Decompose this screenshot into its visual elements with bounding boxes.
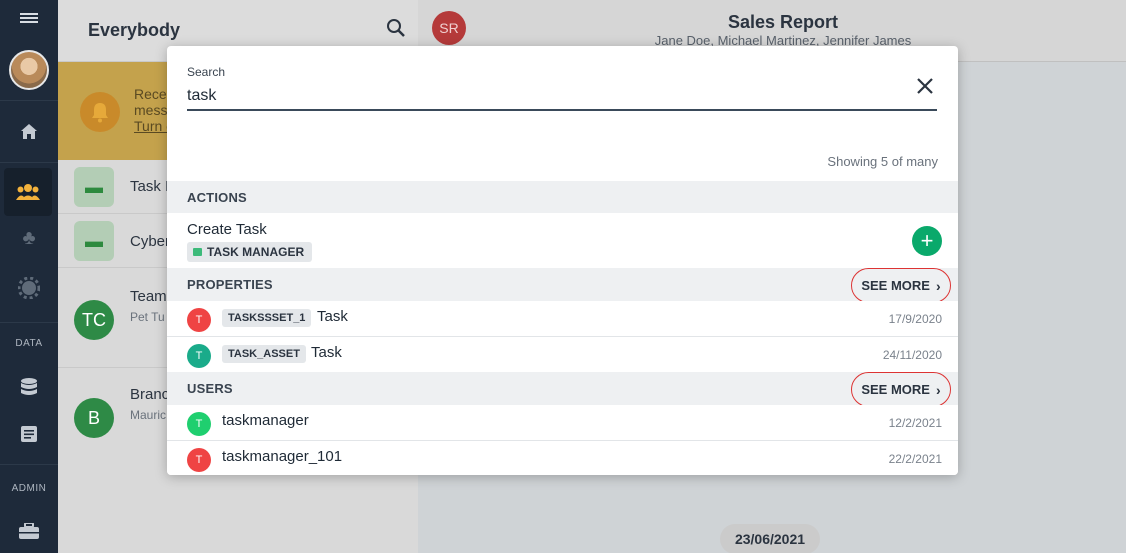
user-avatar: T bbox=[187, 448, 211, 472]
avatar: B bbox=[74, 398, 114, 438]
people-icon[interactable] bbox=[4, 168, 52, 216]
chevron-right-icon: › bbox=[935, 277, 941, 294]
left-rail: ♣ DATA ADMIN bbox=[0, 0, 58, 553]
rail-section-data: DATA bbox=[15, 338, 43, 349]
list-item-sub: Mauric bbox=[130, 408, 167, 422]
search-input[interactable] bbox=[187, 82, 937, 111]
avatar: TC bbox=[74, 300, 114, 340]
see-more-label: SEE MORE bbox=[861, 278, 930, 293]
section-title: USERS bbox=[187, 381, 233, 396]
chip-label: TASK MANAGER bbox=[207, 245, 305, 259]
list-item-label: Cyber bbox=[130, 233, 171, 250]
property-name: Task bbox=[317, 308, 348, 325]
search-modal: Search Showing 5 of many ACTIONS Create … bbox=[167, 46, 958, 475]
property-name: Task bbox=[311, 344, 342, 361]
property-tag: TASKSSSET_1 bbox=[222, 309, 312, 327]
property-date: 17/9/2020 bbox=[888, 312, 942, 326]
user-name: taskmanager bbox=[222, 412, 309, 429]
list-item-label: Branc bbox=[130, 386, 170, 403]
gear-icon[interactable] bbox=[0, 264, 58, 312]
section-properties: PROPERTIES SEE MORE › bbox=[167, 268, 958, 303]
user-date: 12/2/2021 bbox=[888, 416, 942, 430]
list-item-label: Task I bbox=[130, 178, 170, 195]
clubs-icon[interactable]: ♣ bbox=[0, 214, 58, 262]
list-title: Everybody bbox=[88, 20, 181, 40]
list-item-sub: Pet Tu bbox=[130, 310, 165, 324]
rail-divider bbox=[0, 322, 58, 323]
folder-icon: ▬ bbox=[74, 221, 114, 261]
section-title: ACTIONS bbox=[187, 190, 247, 205]
property-avatar: T bbox=[187, 344, 211, 368]
add-task-button[interactable]: + bbox=[912, 226, 942, 256]
list-item-label: Team bbox=[130, 288, 167, 305]
action-chip: TASK MANAGER bbox=[187, 242, 313, 262]
briefcase-icon bbox=[193, 248, 202, 256]
document-icon[interactable] bbox=[0, 410, 58, 458]
folder-icon: ▬ bbox=[74, 167, 114, 207]
search-label: Search bbox=[187, 65, 226, 79]
user-avatar[interactable] bbox=[0, 47, 58, 93]
see-more-properties-button[interactable]: SEE MORE › bbox=[851, 268, 951, 303]
chevron-right-icon: › bbox=[935, 381, 941, 398]
home-icon[interactable] bbox=[0, 108, 58, 156]
action-name: Create Task bbox=[187, 221, 267, 238]
user-row[interactable]: T taskmanager_101 22/2/2021 bbox=[167, 441, 958, 475]
property-row[interactable]: T TASKSSSET_1 Task 17/9/2020 bbox=[167, 301, 958, 337]
toolbox-icon[interactable] bbox=[0, 507, 58, 553]
result-count: Showing 5 of many bbox=[827, 154, 938, 169]
user-name: taskmanager_101 bbox=[222, 448, 343, 465]
rail-divider bbox=[0, 162, 58, 163]
rail-divider bbox=[0, 100, 58, 101]
user-date: 22/2/2021 bbox=[888, 452, 942, 466]
user-avatar: T bbox=[187, 412, 211, 436]
rail-divider bbox=[0, 464, 58, 465]
database-icon[interactable] bbox=[0, 363, 58, 411]
property-tag: TASK_ASSET bbox=[222, 345, 306, 363]
rail-section-admin: ADMIN bbox=[11, 483, 47, 494]
chat-title: Sales Report bbox=[727, 12, 839, 32]
see-more-users-button[interactable]: SEE MORE › bbox=[851, 372, 951, 407]
see-more-label: SEE MORE bbox=[861, 382, 930, 397]
section-users: USERS SEE MORE › bbox=[167, 372, 958, 407]
property-avatar: T bbox=[187, 308, 211, 332]
action-create-task[interactable]: Create Task TASK MANAGER + bbox=[167, 213, 958, 268]
section-title: PROPERTIES bbox=[187, 277, 273, 292]
property-date: 24/11/2020 bbox=[882, 348, 942, 362]
bell-icon bbox=[80, 92, 120, 132]
section-actions: ACTIONS bbox=[167, 181, 958, 214]
user-row[interactable]: T taskmanager 12/2/2021 bbox=[167, 405, 958, 441]
search-icon[interactable] bbox=[386, 18, 406, 43]
close-icon[interactable] bbox=[915, 76, 935, 102]
menu-icon[interactable] bbox=[0, 8, 58, 28]
date-chip: 23/06/2021 bbox=[720, 524, 820, 553]
property-row[interactable]: T TASK_ASSET Task 24/11/2020 bbox=[167, 337, 958, 373]
